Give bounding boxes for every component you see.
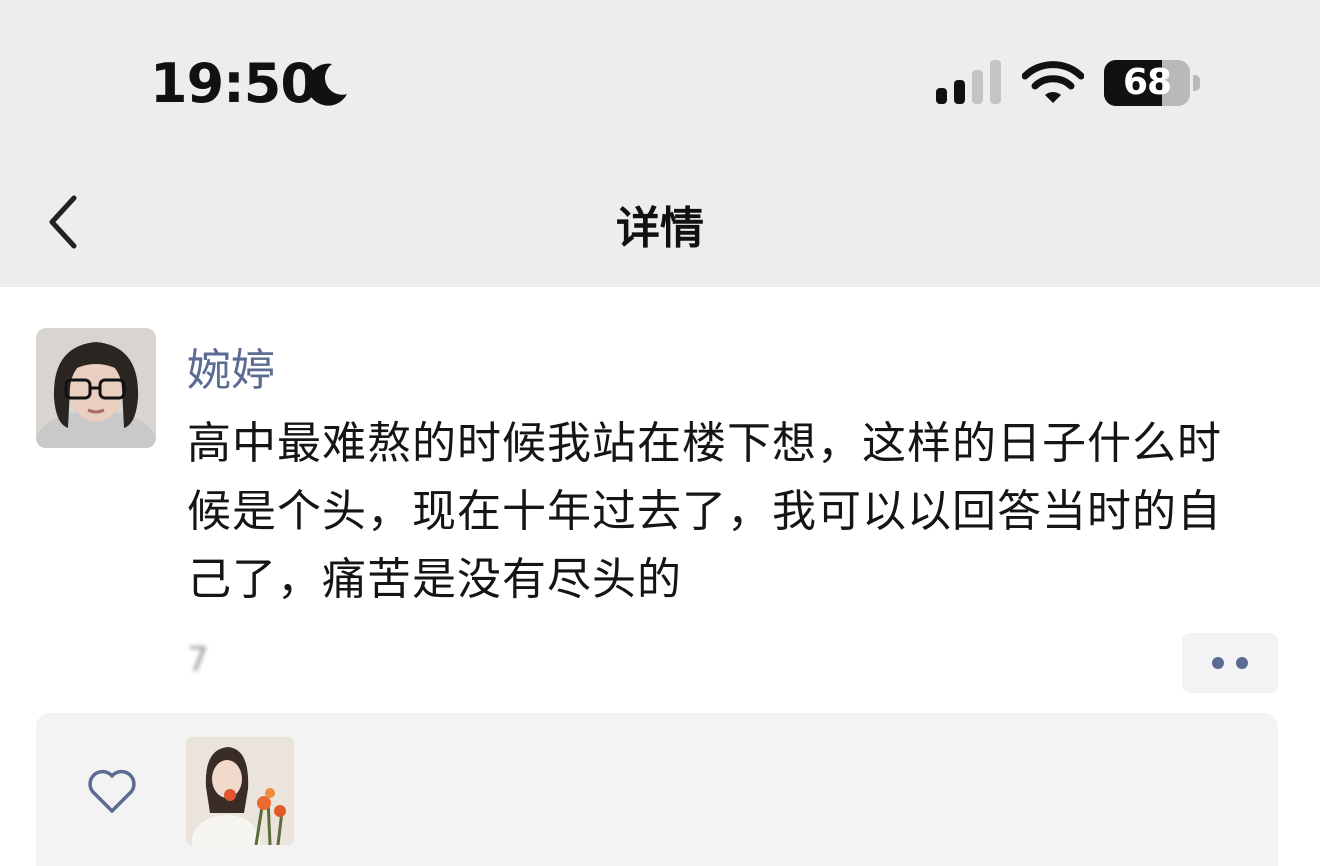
moon-icon (307, 63, 347, 106)
top-bar: 19:50 68 详情 (0, 0, 1320, 287)
battery-level: 68 (1122, 62, 1172, 103)
liker-avatar[interactable] (186, 737, 294, 845)
status-time: 19:50 (150, 52, 318, 115)
author-name[interactable]: 婉婷 (187, 334, 275, 398)
battery-indicator: 68 (1104, 60, 1200, 106)
more-dots-icon (1236, 657, 1248, 669)
likes-panel (36, 713, 1278, 866)
post-timestamp: 7 (187, 640, 209, 680)
heart-outline-icon[interactable] (86, 765, 138, 817)
page-title: 详情 (616, 203, 704, 254)
signal-icon (936, 60, 1001, 104)
avatar[interactable] (36, 328, 156, 448)
post-content: 高中最难熬的时候我站在楼下想，这样的日子什么时候是个头，现在十年过去了，我可以以… (187, 418, 1222, 605)
wifi-icon (1022, 61, 1084, 103)
more-dots-icon (1212, 657, 1224, 669)
more-button[interactable] (1182, 633, 1278, 693)
